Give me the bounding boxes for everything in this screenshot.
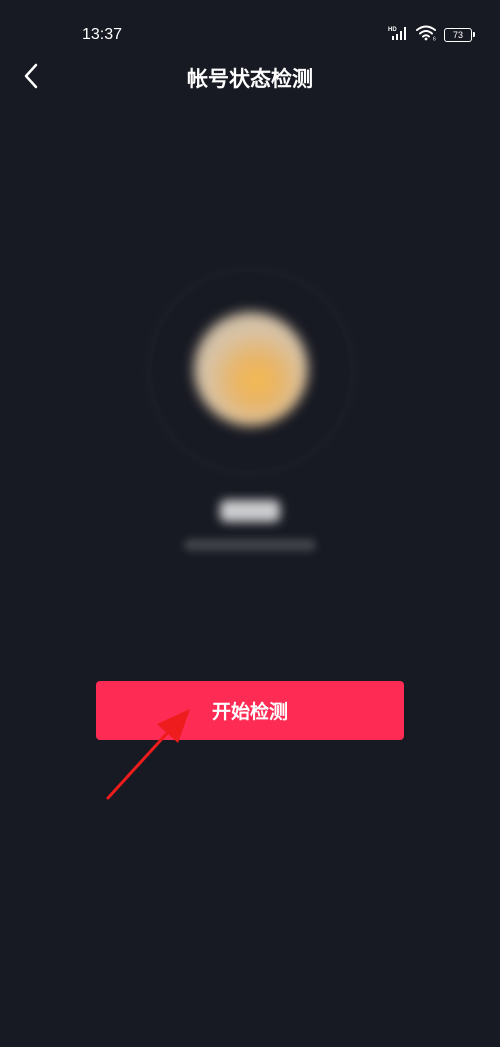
- nav-bar: 帐号状态检测: [0, 56, 500, 102]
- wifi-icon: 6: [416, 25, 438, 45]
- page-title: 帐号状态检测: [187, 67, 313, 91]
- svg-text:HD: HD: [388, 27, 397, 33]
- start-detection-button[interactable]: 开始检测: [96, 681, 404, 740]
- status-icons: HD 6 73: [388, 25, 475, 45]
- status-bar: 13:37 HD 6 73: [0, 0, 500, 56]
- blurred-account-info: [184, 539, 316, 551]
- cellular-signal-icon: HD: [388, 25, 410, 45]
- blurred-account-name: [220, 500, 280, 522]
- avatar: [194, 312, 308, 426]
- battery-icon: 73: [444, 28, 475, 42]
- status-time: 13:37: [82, 26, 123, 43]
- screen: 13:37 HD 6 73 帐号状态检测 开始检测: [0, 0, 500, 1047]
- svg-text:6: 6: [433, 37, 436, 42]
